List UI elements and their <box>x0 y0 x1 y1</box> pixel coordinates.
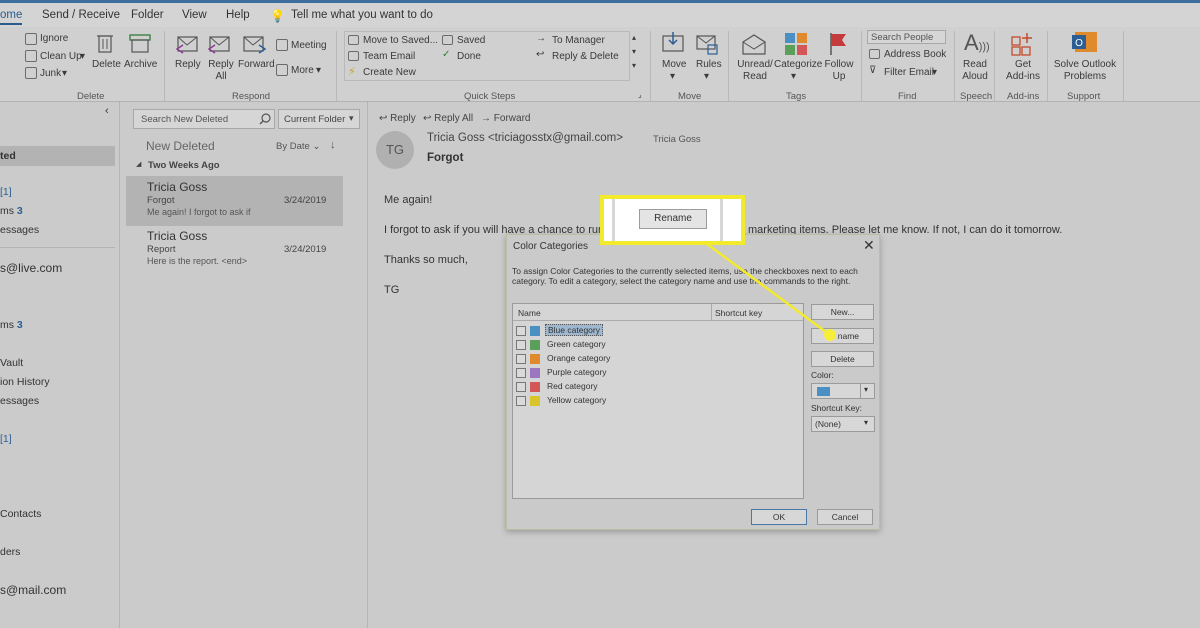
callout-dot <box>824 329 836 341</box>
callout-edge <box>612 199 615 241</box>
callout-connector <box>702 239 836 341</box>
rename-zoom-callout: Rename <box>600 195 745 245</box>
callout-edge <box>720 199 723 241</box>
rename-button-zoomed[interactable]: Rename <box>639 209 707 229</box>
